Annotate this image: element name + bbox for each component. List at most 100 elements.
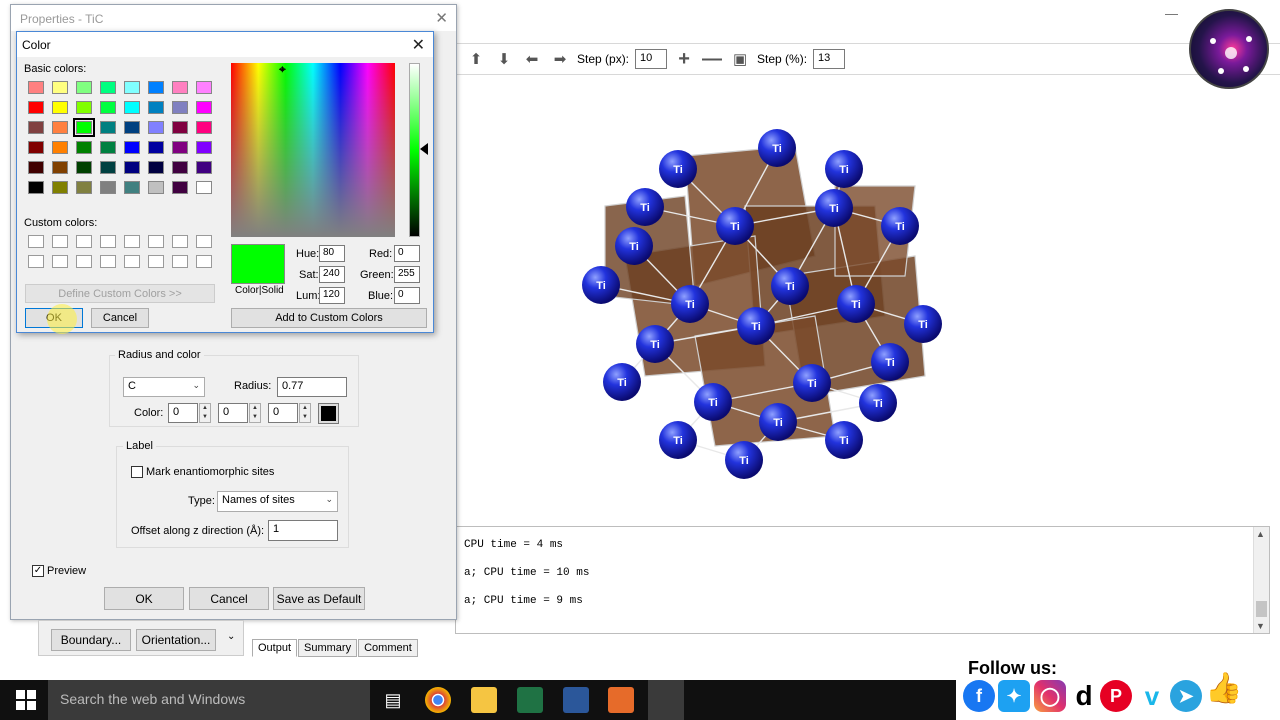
enantiomorphic-checkbox[interactable] bbox=[131, 466, 143, 478]
basic-color-swatch[interactable] bbox=[196, 161, 212, 174]
ti-atom[interactable]: Ti bbox=[771, 267, 809, 305]
pinterest-icon[interactable]: P bbox=[1100, 680, 1132, 712]
basic-color-swatch[interactable] bbox=[28, 181, 44, 194]
ti-atom[interactable]: Ti bbox=[636, 325, 674, 363]
basic-color-swatch[interactable] bbox=[76, 81, 92, 94]
arrow-down-icon[interactable]: ⬇ bbox=[493, 48, 515, 70]
basic-color-swatch[interactable] bbox=[148, 161, 164, 174]
basic-color-swatch[interactable] bbox=[148, 101, 164, 114]
basic-color-swatch[interactable] bbox=[76, 141, 92, 154]
color-b-input[interactable]: 0 bbox=[268, 403, 298, 423]
basic-color-swatch[interactable] bbox=[52, 101, 68, 114]
tab-comment[interactable]: Comment bbox=[358, 639, 418, 657]
basic-color-swatch[interactable] bbox=[28, 161, 44, 174]
basic-color-swatch[interactable] bbox=[100, 181, 116, 194]
basic-color-swatch[interactable] bbox=[172, 141, 188, 154]
custom-color-swatch[interactable] bbox=[148, 255, 164, 268]
excel-icon[interactable] bbox=[517, 687, 543, 713]
basic-color-swatch[interactable] bbox=[52, 181, 68, 194]
ti-atom[interactable]: Ti bbox=[659, 421, 697, 459]
boundary-button[interactable]: Boundary... bbox=[51, 629, 131, 651]
luminance-slider[interactable] bbox=[409, 63, 420, 237]
basic-color-swatch[interactable] bbox=[172, 121, 188, 134]
cancel-button[interactable]: Cancel bbox=[189, 587, 269, 610]
arrow-up-icon[interactable]: ⬆ bbox=[465, 48, 487, 70]
custom-color-swatch[interactable] bbox=[100, 235, 116, 248]
basic-color-swatch[interactable] bbox=[28, 141, 44, 154]
basic-color-swatch[interactable] bbox=[52, 81, 68, 94]
custom-color-swatch[interactable] bbox=[76, 235, 92, 248]
offset-input[interactable]: 1 bbox=[268, 520, 338, 541]
facebook-icon[interactable]: f bbox=[963, 680, 995, 712]
basic-color-swatch[interactable] bbox=[148, 81, 164, 94]
ti-atom[interactable]: Ti bbox=[659, 150, 697, 188]
custom-color-swatch[interactable] bbox=[76, 255, 92, 268]
ti-atom[interactable]: Ti bbox=[737, 307, 775, 345]
spinner-icon[interactable]: ▲ ▼ bbox=[199, 403, 211, 423]
lum-input[interactable]: 120 bbox=[319, 287, 345, 304]
crystal-structure[interactable]: Ti Ti Ti Ti Ti Ti Ti Ti Ti Ti Ti Ti Ti Ti Ti Ti Ti Ti Ti Ti… bbox=[455, 76, 1280, 518]
sat-input[interactable]: 240 bbox=[319, 266, 345, 283]
arrow-left-icon[interactable]: ⬅ bbox=[521, 48, 543, 70]
color-r-input[interactable]: 0 bbox=[168, 403, 198, 423]
minimize-icon[interactable]: — bbox=[1165, 6, 1178, 21]
tab-output[interactable]: Output bbox=[252, 639, 298, 657]
basic-color-swatch[interactable] bbox=[76, 161, 92, 174]
word-icon[interactable] bbox=[563, 687, 589, 713]
instagram-icon[interactable]: ◯ bbox=[1034, 680, 1066, 712]
output-scrollbar[interactable]: ▲ ▼ bbox=[1253, 527, 1269, 633]
basic-color-swatch[interactable] bbox=[52, 141, 68, 154]
green-input[interactable]: 255 bbox=[394, 266, 420, 283]
telegram-icon[interactable]: ➤ bbox=[1170, 680, 1202, 712]
twitter-icon[interactable]: ✦ bbox=[998, 680, 1030, 712]
basic-color-swatch[interactable] bbox=[124, 141, 140, 154]
basic-color-swatch[interactable] bbox=[52, 121, 68, 134]
windows-start-icon[interactable] bbox=[16, 690, 36, 710]
vimeo-icon[interactable]: v bbox=[1136, 680, 1168, 712]
basic-color-swatch[interactable] bbox=[124, 81, 140, 94]
custom-color-swatch[interactable] bbox=[100, 255, 116, 268]
zoom-out-icon[interactable]: — bbox=[701, 48, 723, 70]
ti-atom[interactable]: Ti bbox=[671, 285, 709, 323]
file-explorer-icon[interactable] bbox=[471, 687, 497, 713]
ti-atom[interactable]: Ti bbox=[725, 441, 763, 479]
custom-color-swatch[interactable] bbox=[124, 235, 140, 248]
ti-atom[interactable]: Ti bbox=[871, 343, 909, 381]
basic-color-swatch[interactable] bbox=[100, 81, 116, 94]
custom-color-swatch[interactable] bbox=[52, 255, 68, 268]
arrow-right-icon[interactable]: ➡ bbox=[549, 48, 571, 70]
basic-color-swatch[interactable] bbox=[28, 121, 44, 134]
label-type-select[interactable]: Names of sites ⌄ bbox=[217, 491, 338, 512]
spinner-icon[interactable]: ▲ ▼ bbox=[299, 403, 311, 423]
ti-atom[interactable]: Ti bbox=[758, 129, 796, 167]
color-g-input[interactable]: 0 bbox=[218, 403, 248, 423]
ti-atom[interactable]: Ti bbox=[859, 384, 897, 422]
basic-color-swatch[interactable] bbox=[148, 141, 164, 154]
basic-color-swatch[interactable] bbox=[100, 141, 116, 154]
ti-atom[interactable]: Ti bbox=[825, 421, 863, 459]
vesta-app-icon[interactable] bbox=[648, 680, 684, 720]
ti-atom[interactable]: Ti bbox=[881, 207, 919, 245]
ti-atom[interactable]: Ti bbox=[815, 189, 853, 227]
scroll-up-icon[interactable]: ▲ bbox=[1256, 529, 1265, 539]
define-custom-colors-button[interactable]: Define Custom Colors >> bbox=[25, 284, 215, 303]
custom-color-swatch[interactable] bbox=[52, 235, 68, 248]
ti-atom[interactable]: Ti bbox=[825, 150, 863, 188]
ti-atom[interactable]: Ti bbox=[603, 363, 641, 401]
zoom-in-icon[interactable]: + bbox=[673, 48, 695, 70]
basic-color-swatch[interactable] bbox=[76, 101, 92, 114]
ti-atom[interactable]: Ti bbox=[904, 305, 942, 343]
basic-color-swatch[interactable] bbox=[148, 181, 164, 194]
scroll-thumb[interactable] bbox=[1256, 601, 1267, 617]
basic-color-swatch[interactable] bbox=[172, 181, 188, 194]
ti-atom[interactable]: Ti bbox=[694, 383, 732, 421]
basic-color-swatch[interactable] bbox=[172, 81, 188, 94]
like-thumb-icon[interactable]: 👍 bbox=[1205, 672, 1242, 705]
basic-color-swatch[interactable] bbox=[52, 161, 68, 174]
scroll-down-icon[interactable]: ▼ bbox=[1256, 621, 1265, 631]
color-swatch-button[interactable] bbox=[318, 403, 339, 424]
structure-viewer[interactable]: Ti Ti Ti Ti Ti Ti Ti Ti Ti Ti Ti Ti Ti Ti Ti Ti Ti Ti Ti Ti… bbox=[455, 76, 1280, 518]
basic-color-swatch[interactable] bbox=[196, 81, 212, 94]
ti-atom[interactable]: Ti bbox=[759, 403, 797, 441]
custom-color-swatch[interactable] bbox=[28, 235, 44, 248]
